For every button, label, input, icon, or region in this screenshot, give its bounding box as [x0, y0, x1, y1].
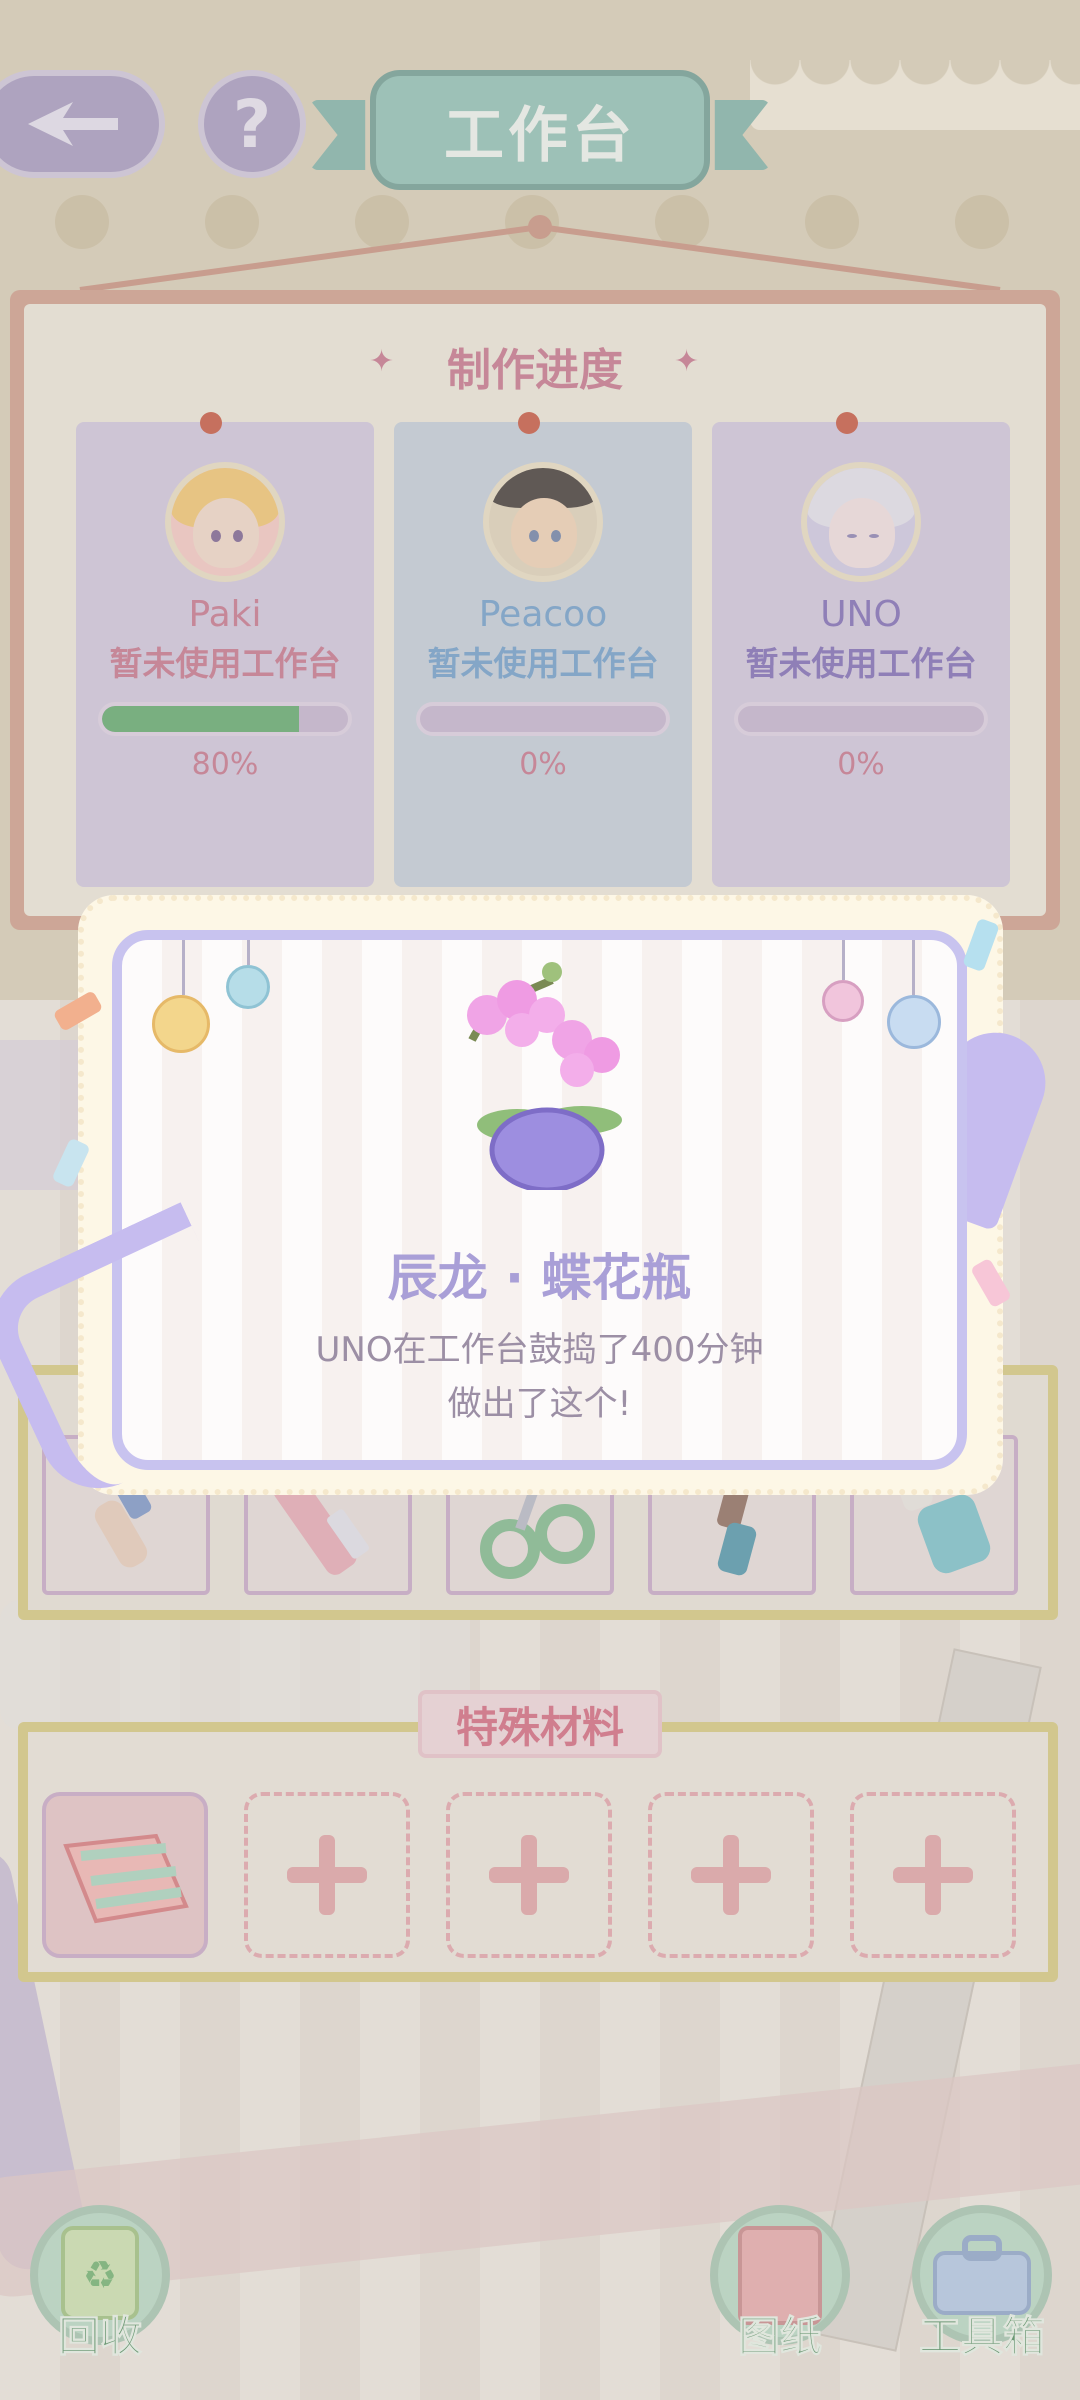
ornament-icon	[226, 965, 270, 1009]
ornament-icon	[152, 995, 210, 1053]
reward-description-line2: 做出了这个!	[447, 1384, 632, 1424]
reward-description-line1: UNO在工作台鼓捣了400分钟	[315, 1330, 764, 1370]
orchid-vase-icon	[467, 962, 622, 1190]
ornament-string	[912, 940, 915, 995]
ornament-icon	[887, 995, 941, 1049]
ornament-string	[182, 940, 185, 995]
ornament-icon	[822, 980, 864, 1022]
ornament-string	[247, 940, 250, 965]
ornament-string	[842, 940, 845, 980]
reward-item-name: 辰龙 · 蝶花瓶	[387, 1249, 692, 1307]
